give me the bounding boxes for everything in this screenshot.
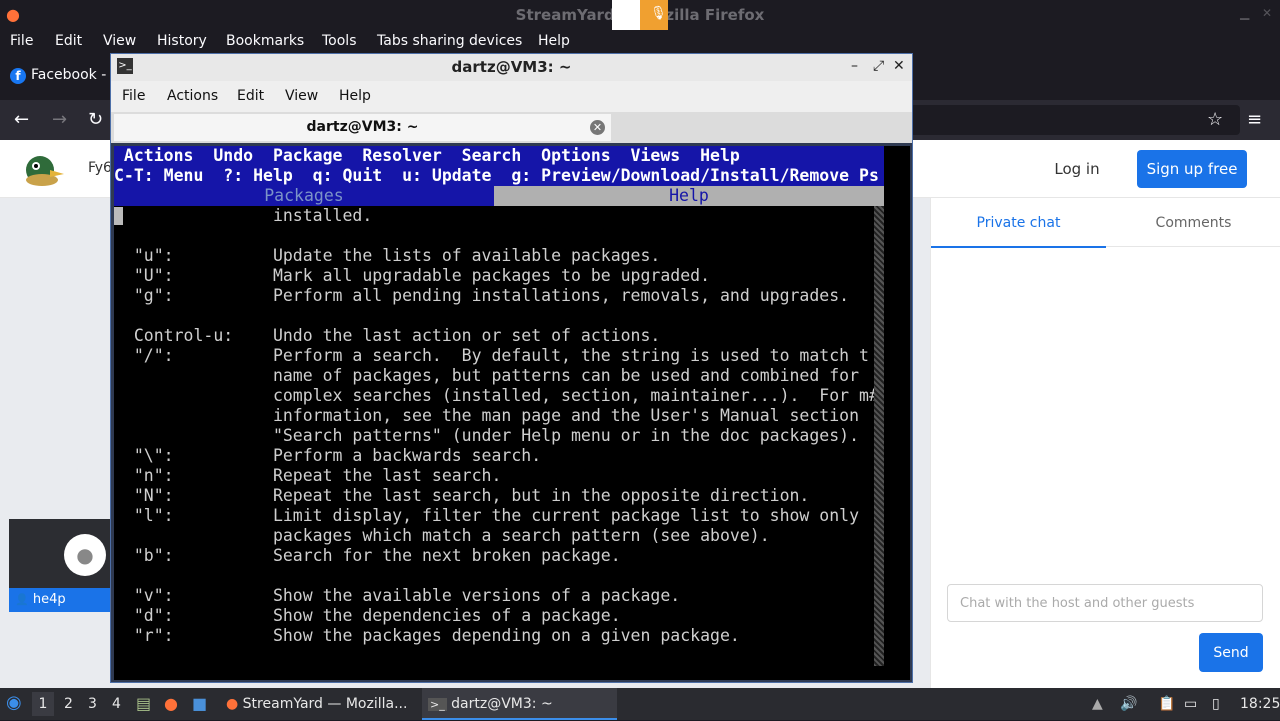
tray-notes-icon[interactable]: ▯ xyxy=(1212,696,1220,712)
aptitude-keyhints: C-T: Menu ?: Help q: Quit u: Update g: P… xyxy=(114,166,884,186)
tab-comments[interactable]: Comments xyxy=(1106,198,1280,247)
task-terminal[interactable]: >_ dartz@VM3: ~ xyxy=(422,688,617,720)
streamyard-logo-icon xyxy=(22,150,66,188)
menu-view[interactable]: View xyxy=(103,33,136,49)
terminal-close-icon[interactable]: ✕ xyxy=(893,58,905,74)
help-line: complex searches (installed, section, ma… xyxy=(114,386,879,405)
terminal-titlebar[interactable]: >_ dartz@VM3: ~ – ⤢ ✕ xyxy=(111,54,912,81)
terminal-menu-file[interactable]: File xyxy=(122,88,145,104)
back-icon[interactable]: ← xyxy=(14,109,29,130)
menu-tools[interactable]: Tools xyxy=(322,33,357,49)
volume-icon[interactable]: 🔊 xyxy=(1120,696,1137,712)
clipboard-icon[interactable]: 📋 xyxy=(1158,696,1175,712)
send-button[interactable]: Send xyxy=(1199,633,1263,672)
firefox-task-icon: ● xyxy=(226,696,239,712)
guest-card[interactable]: ● 👤 he4p xyxy=(9,519,110,612)
terminal-menu-edit[interactable]: Edit xyxy=(237,88,264,104)
task-streamyard[interactable]: ● StreamYard — Mozilla... xyxy=(222,688,418,720)
person-icon: 👤 xyxy=(15,593,29,606)
help-line: "d": Show the dependencies of a package. xyxy=(114,606,621,625)
guest-name-badge: 👤 he4p xyxy=(9,588,110,612)
help-line: "n": Repeat the last search. xyxy=(114,466,502,485)
microphone-icon: 🎙 xyxy=(650,6,667,21)
firefox-titlebar: ● StreamYard — Mozilla Firefox 🎙 ▁ ✕ xyxy=(0,0,1280,30)
menu-bookmarks[interactable]: Bookmarks xyxy=(226,33,304,49)
task-label: StreamYard — Mozilla... xyxy=(242,696,408,712)
task-label: dartz@VM3: ~ xyxy=(451,696,553,712)
workspace-2[interactable]: 2 xyxy=(64,696,73,712)
aptitude-scrollbar[interactable] xyxy=(874,206,884,666)
taskbar: ◉ 1 2 3 4 ▤ ● ■ ● StreamYard — Mozilla..… xyxy=(0,688,1280,720)
aptitude-tab-packages[interactable]: Packages xyxy=(114,186,494,206)
workspace-1[interactable]: 1 xyxy=(32,692,54,716)
file-manager-icon[interactable]: ▤ xyxy=(136,694,151,713)
menu-edit[interactable]: Edit xyxy=(55,33,82,49)
help-line: installed. xyxy=(114,206,373,225)
menu-help[interactable]: Help xyxy=(538,33,570,49)
url-bar[interactable] xyxy=(910,105,1240,135)
login-button[interactable]: Log in xyxy=(1042,150,1112,188)
sharing-indicator[interactable]: 🎙 xyxy=(612,0,668,30)
guest-name: he4p xyxy=(32,592,66,607)
bookmark-star-icon[interactable]: ☆ xyxy=(1207,109,1223,130)
page-title: Fy6 xyxy=(88,160,112,176)
aptitude-menubar[interactable]: Actions Undo Package Resolver Search Opt… xyxy=(114,146,884,166)
terminal-maximize-icon[interactable]: ⤢ xyxy=(873,58,884,74)
minimize-icon[interactable]: ▁ xyxy=(1240,6,1249,20)
help-line: "r": Show the packages depending on a gi… xyxy=(114,626,740,645)
network-icon[interactable]: ▭ xyxy=(1184,696,1197,712)
help-line: "b": Search for the next broken package. xyxy=(114,546,621,565)
desktop-icon[interactable]: ■ xyxy=(192,694,207,713)
clock[interactable]: 18:25 xyxy=(1240,696,1280,712)
help-line: "Search patterns" (under Help menu or in… xyxy=(114,426,860,445)
start-menu-icon[interactable]: ◉ xyxy=(6,692,22,713)
help-line: "\": Perform a backwards search. xyxy=(114,446,542,465)
help-line: "U": Mark all upgradable packages to be … xyxy=(114,266,711,285)
terminal-menu-view[interactable]: View xyxy=(285,88,318,104)
tab-private-chat[interactable]: Private chat xyxy=(931,198,1106,248)
terminal-title: dartz@VM3: ~ xyxy=(451,58,572,76)
terminal-tab-label: dartz@VM3: ~ xyxy=(306,119,419,135)
workspace-4[interactable]: 4 xyxy=(112,696,121,712)
terminal-menu-help[interactable]: Help xyxy=(339,88,371,104)
firefox-menubar: File Edit View History Bookmarks Tools T… xyxy=(0,30,1280,54)
help-line: packages which match a search pattern (s… xyxy=(114,526,770,545)
terminal-menu-actions[interactable]: Actions xyxy=(167,88,218,104)
forward-icon[interactable]: → xyxy=(52,109,67,130)
reload-icon[interactable]: ↻ xyxy=(88,109,103,130)
menu-history[interactable]: History xyxy=(157,33,207,49)
tab-close-icon[interactable]: ✕ xyxy=(590,120,605,135)
avatar-icon: ● xyxy=(64,534,106,576)
terminal-menubar: File Actions Edit View Help xyxy=(111,81,912,112)
help-line: "/": Perform a search. By default, the s… xyxy=(114,346,869,365)
signup-button[interactable]: Sign up free xyxy=(1137,150,1247,188)
help-line: information, see the man page and the Us… xyxy=(114,406,860,425)
firefox-launcher-icon[interactable]: ● xyxy=(164,694,178,713)
tray-up-icon[interactable]: ▲ xyxy=(1092,696,1103,712)
chat-input[interactable]: Chat with the host and other guests xyxy=(947,584,1263,622)
help-line: Control-u: Undo the last action or set o… xyxy=(114,326,661,345)
workspace-3[interactable]: 3 xyxy=(88,696,97,712)
terminal-screen[interactable]: Actions Undo Package Resolver Search Opt… xyxy=(114,146,910,680)
help-line: name of packages, but patterns can be us… xyxy=(114,366,860,385)
facebook-icon: f xyxy=(10,68,26,84)
terminal-minimize-icon[interactable]: – xyxy=(851,58,858,74)
help-line: "l": Limit display, filter the current p… xyxy=(114,506,860,525)
app-menu-icon[interactable]: ≡ xyxy=(1247,109,1262,130)
menu-tabs-sharing[interactable]: Tabs sharing devices xyxy=(377,33,522,49)
aptitude-tab-help[interactable]: Help xyxy=(494,186,884,206)
help-line: "N": Repeat the last search, but in the … xyxy=(114,486,810,505)
menu-file[interactable]: File xyxy=(10,33,33,49)
terminal-tabbar: dartz@VM3: ~ ✕ xyxy=(111,112,912,143)
close-window-icon[interactable]: ✕ xyxy=(1262,6,1272,20)
terminal-task-icon: >_ xyxy=(428,698,447,711)
camera-share-icon xyxy=(612,0,640,30)
help-line: "g": Perform all pending installations, … xyxy=(114,286,850,305)
terminal-tab[interactable]: dartz@VM3: ~ ✕ xyxy=(114,114,611,141)
help-line: "v": Show the available versions of a pa… xyxy=(114,586,681,605)
help-line: "u": Update the lists of available packa… xyxy=(114,246,661,265)
terminal-cursor xyxy=(114,207,123,225)
